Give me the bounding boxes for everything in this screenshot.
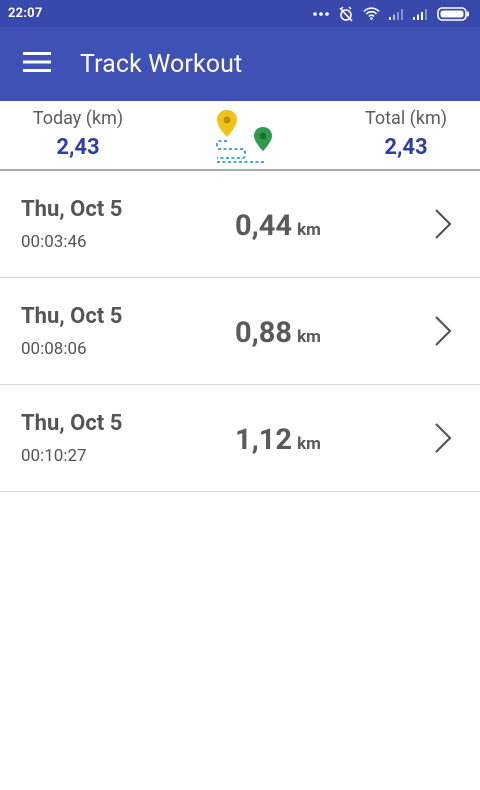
distance-unit: km: [297, 327, 321, 347]
app-bar: Track Workout: [0, 27, 480, 101]
chevron-right-icon[interactable]: [430, 314, 454, 352]
wifi-icon: [363, 7, 380, 20]
distance-unit: km: [297, 220, 321, 240]
summary-panel: Today (km) 2,43 Total (km) 2,43: [0, 101, 480, 171]
distance-value: 0,44: [235, 209, 293, 243]
page-title: Track Workout: [80, 49, 243, 79]
menu-button[interactable]: [19, 46, 55, 82]
workout-duration: 00:03:46: [21, 232, 87, 252]
alarm-off-icon: [338, 6, 354, 22]
distance-unit: km: [297, 434, 321, 454]
workout-row[interactable]: Thu, Oct 5 00:10:27 1,12 km: [0, 385, 480, 492]
workout-duration: 00:08:06: [21, 339, 87, 359]
today-summary: Today (km) 2,43: [8, 107, 148, 163]
workout-list: Thu, Oct 5 00:03:46 0,44 km Thu, Oct 5 00…: [0, 171, 480, 492]
status-icons: [313, 6, 470, 22]
workout-date: Thu, Oct 5: [21, 304, 123, 329]
chevron-right-icon[interactable]: [430, 421, 454, 459]
signal-icon: [389, 8, 404, 20]
more-dots-icon: [313, 11, 329, 17]
today-label: Today (km): [32, 108, 124, 129]
workout-row[interactable]: Thu, Oct 5 00:08:06 0,88 km: [0, 278, 480, 385]
status-bar: 22:07: [0, 0, 480, 27]
workout-row[interactable]: Thu, Oct 5 00:03:46 0,44 km: [0, 171, 480, 278]
hamburger-menu-icon: [23, 51, 51, 77]
battery-icon: [437, 6, 470, 21]
workout-distance: 0,44 km: [235, 209, 321, 243]
distance-value: 0,88: [235, 316, 293, 350]
route-pins-icon: [210, 104, 276, 172]
total-summary: Total (km) 2,43: [336, 107, 476, 163]
signal-icon: [413, 8, 428, 20]
total-value: 2,43: [384, 135, 428, 160]
workout-date: Thu, Oct 5: [21, 197, 123, 222]
workout-distance: 1,12 km: [235, 423, 321, 457]
status-time: 22:07: [8, 6, 43, 21]
workout-distance: 0,88 km: [235, 316, 321, 350]
workout-duration: 00:10:27: [21, 446, 87, 466]
workout-date: Thu, Oct 5: [21, 411, 123, 436]
total-label: Total (km): [365, 108, 447, 129]
today-value: 2,43: [56, 135, 100, 160]
chevron-right-icon[interactable]: [430, 207, 454, 245]
distance-value: 1,12: [235, 423, 293, 457]
